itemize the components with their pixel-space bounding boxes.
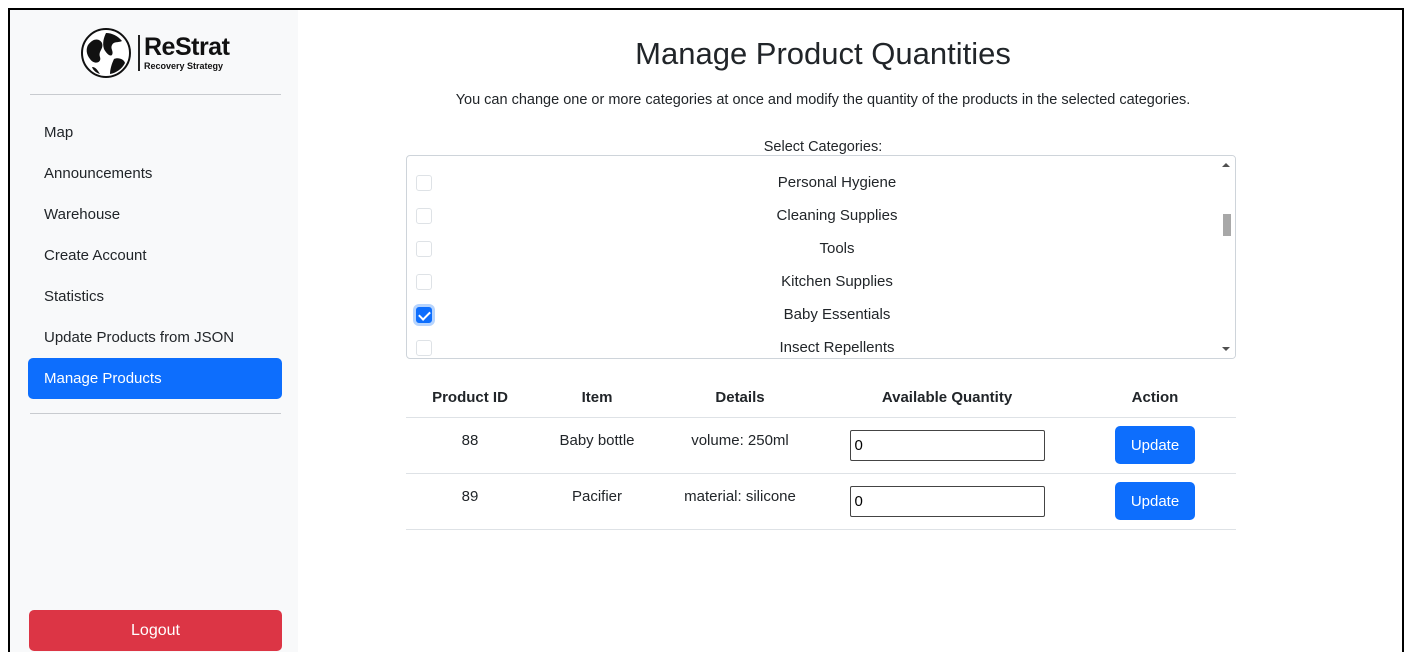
column-header-item: Item bbox=[534, 378, 660, 418]
category-label: Baby Essentials bbox=[783, 306, 891, 323]
update-button[interactable]: Update bbox=[1115, 426, 1195, 464]
update-button[interactable]: Update bbox=[1115, 482, 1195, 520]
quantity-input[interactable] bbox=[849, 485, 1045, 517]
sidebar-item-statistics[interactable]: Statistics bbox=[28, 276, 282, 317]
product-id-cell: 89 bbox=[406, 473, 534, 530]
category-row[interactable]: Personal Hygiene bbox=[407, 167, 1217, 200]
category-row[interactable]: Baby Essentials bbox=[407, 299, 1217, 332]
quantity-input[interactable] bbox=[849, 429, 1045, 461]
column-header-product-id: Product ID bbox=[406, 378, 534, 418]
table-row: 89 Pacifier material: silicone Update bbox=[406, 473, 1236, 530]
category-row-partial bbox=[407, 155, 1217, 165]
column-header-action: Action bbox=[1074, 378, 1236, 418]
item-cell: Baby bottle bbox=[534, 417, 660, 474]
sidebar-item-warehouse[interactable]: Warehouse bbox=[28, 194, 282, 235]
category-label: Insect Repellents bbox=[779, 339, 895, 356]
brand-logo[interactable]: ReStrat Recovery Strategy bbox=[80, 24, 230, 82]
action-cell: Update bbox=[1074, 473, 1236, 530]
quantity-cell bbox=[820, 417, 1074, 474]
category-row[interactable]: Insect Repellents bbox=[407, 332, 1217, 358]
sidebar: ReStrat Recovery Strategy Map Announceme… bbox=[10, 10, 298, 652]
select-categories-label: Select Categories: bbox=[763, 139, 883, 155]
brand-name: ReStrat bbox=[144, 33, 230, 61]
category-scrollbar[interactable] bbox=[1218, 156, 1235, 358]
category-label: Kitchen Supplies bbox=[781, 273, 893, 290]
scroll-thumb[interactable] bbox=[1223, 214, 1231, 236]
logout-button[interactable]: Logout bbox=[29, 610, 282, 651]
page-title: Manage Product Quantities bbox=[635, 36, 1011, 71]
category-row[interactable]: Cleaning Supplies bbox=[407, 200, 1217, 233]
table-header-row: Product ID Item Details Available Quanti… bbox=[406, 378, 1236, 418]
sidebar-divider-bottom bbox=[30, 413, 281, 414]
column-header-available-quantity: Available Quantity bbox=[820, 378, 1074, 418]
category-label: Tools bbox=[819, 240, 855, 257]
category-label: Cleaning Supplies bbox=[776, 207, 898, 224]
page-description: You can change one or more categories at… bbox=[455, 92, 1191, 108]
scroll-up-icon[interactable] bbox=[1222, 163, 1230, 167]
sidebar-item-manage-products[interactable]: Manage Products bbox=[28, 358, 282, 399]
details-cell: volume: 250ml bbox=[660, 417, 820, 474]
category-label: Personal Hygiene bbox=[777, 174, 897, 191]
products-table: Product ID Item Details Available Quanti… bbox=[406, 378, 1236, 530]
action-cell: Update bbox=[1074, 417, 1236, 474]
sidebar-item-map[interactable]: Map bbox=[28, 112, 282, 153]
item-cell: Pacifier bbox=[534, 473, 660, 530]
product-id-cell: 88 bbox=[406, 417, 534, 474]
column-header-details: Details bbox=[660, 378, 820, 418]
category-row[interactable]: Kitchen Supplies bbox=[407, 266, 1217, 299]
main-content: Manage Product Quantities You can change… bbox=[298, 10, 1402, 652]
category-row[interactable]: Tools bbox=[407, 233, 1217, 266]
sidebar-item-create-account[interactable]: Create Account bbox=[28, 235, 282, 276]
category-list[interactable]: Personal Hygiene Cleaning Supplies Tools… bbox=[406, 155, 1236, 359]
sidebar-item-announcements[interactable]: Announcements bbox=[28, 153, 282, 194]
details-cell: material: silicone bbox=[660, 473, 820, 530]
quantity-cell bbox=[820, 473, 1074, 530]
sidebar-item-update-products-json[interactable]: Update Products from JSON bbox=[28, 317, 282, 358]
category-checkbox[interactable] bbox=[416, 155, 432, 156]
sidebar-divider-top bbox=[30, 94, 281, 95]
app-frame: ReStrat Recovery Strategy Map Announceme… bbox=[8, 8, 1404, 652]
table-row: 88 Baby bottle volume: 250ml Update bbox=[406, 417, 1236, 474]
globe-icon bbox=[81, 28, 131, 78]
sidebar-nav: Map Announcements Warehouse Create Accou… bbox=[28, 112, 282, 399]
brand-subtitle: Recovery Strategy bbox=[144, 61, 224, 71]
scroll-down-icon[interactable] bbox=[1222, 347, 1230, 351]
